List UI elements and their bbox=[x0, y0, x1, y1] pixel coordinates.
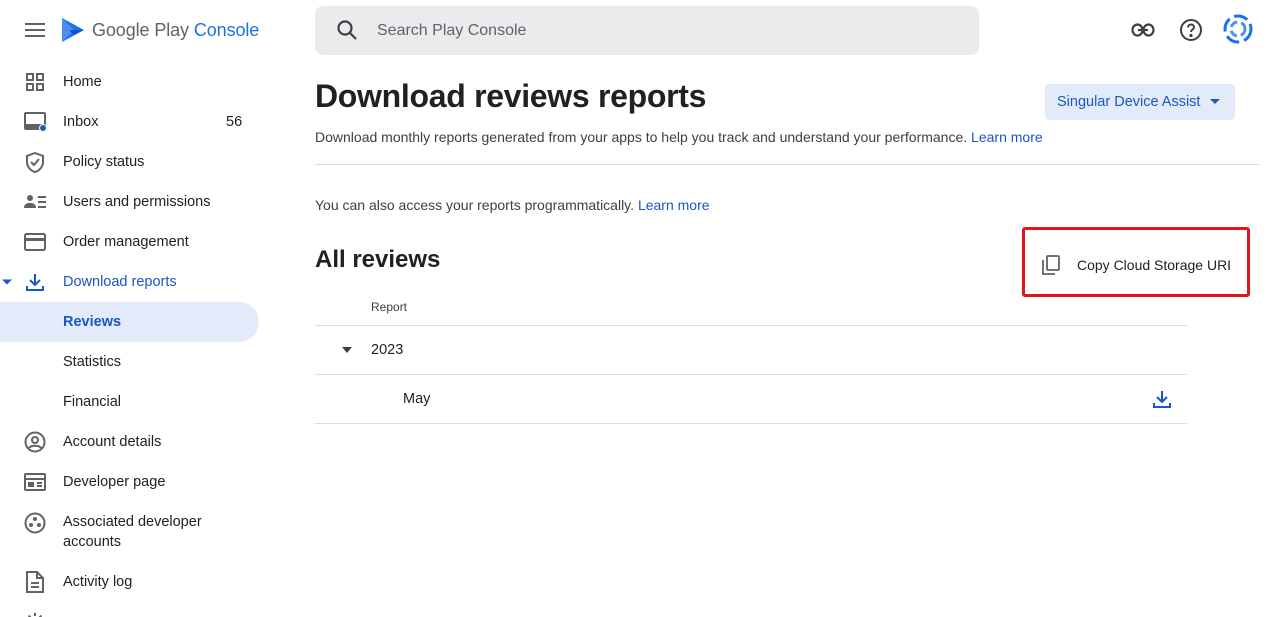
page-description: Download monthly reports generated from … bbox=[315, 129, 1043, 145]
learn-more-link[interactable]: Learn more bbox=[971, 129, 1043, 145]
sidebar-item-activity-log[interactable]: Activity log bbox=[0, 562, 270, 602]
table-row-month: May bbox=[315, 375, 1187, 424]
card-icon bbox=[24, 231, 46, 253]
sidebar-item-reviews[interactable]: Reviews bbox=[0, 302, 270, 342]
download-icon bbox=[24, 271, 46, 293]
sidebar-item-statistics[interactable]: Statistics bbox=[0, 342, 270, 382]
programmatic-access-note: You can also access your reports program… bbox=[315, 197, 710, 213]
sidebar-item-label: Order management bbox=[63, 234, 189, 250]
sidebar-item-partial[interactable] bbox=[0, 602, 270, 617]
sidebar-item-label: Associated developer accounts bbox=[63, 514, 202, 550]
sidebar: Google Play Console Home Inbox 56 Policy… bbox=[0, 0, 270, 617]
logo-text: Google Play Console bbox=[92, 19, 260, 40]
table-row-year[interactable]: 2023 bbox=[315, 326, 1187, 375]
sidebar-item-account-details[interactable]: Account details bbox=[0, 422, 270, 462]
inbox-count-badge: 56 bbox=[226, 114, 243, 130]
sidebar-item-download-reports[interactable]: Download reports bbox=[0, 262, 270, 302]
sidebar-item-label: Home bbox=[63, 74, 102, 90]
gear-icon bbox=[24, 611, 46, 617]
app-selector-dropdown[interactable]: Singular Device Assist bbox=[1045, 84, 1235, 120]
year-label: 2023 bbox=[371, 342, 404, 358]
shield-icon bbox=[24, 151, 46, 173]
sidebar-nav: Home Inbox 56 Policy status Users and pe… bbox=[0, 62, 270, 617]
search-bar[interactable] bbox=[315, 6, 979, 55]
sidebar-item-label: Reviews bbox=[63, 314, 122, 330]
app-selector-label: Singular Device Assist bbox=[1057, 94, 1201, 110]
help-icon[interactable] bbox=[1177, 16, 1205, 44]
home-icon bbox=[24, 71, 46, 93]
sidebar-item-developer-page[interactable]: Developer page bbox=[0, 462, 270, 502]
play-console-logo-icon bbox=[62, 18, 84, 42]
sidebar-item-associated-accounts[interactable]: Associated developer accounts bbox=[0, 502, 270, 562]
sidebar-item-label: Users and permissions bbox=[63, 194, 211, 210]
section-title-all-reviews: All reviews bbox=[315, 246, 441, 273]
page-title: Download reviews reports bbox=[315, 78, 707, 114]
developer-page-icon bbox=[24, 471, 46, 493]
copy-button-label: Copy Cloud Storage URI bbox=[1077, 257, 1232, 273]
sidebar-item-policy-status[interactable]: Policy status bbox=[0, 142, 270, 182]
sidebar-item-label: Developer page bbox=[63, 474, 166, 490]
account-icon bbox=[24, 431, 46, 453]
sidebar-item-label: Financial bbox=[63, 394, 122, 410]
sidebar-item-label: Download reports bbox=[63, 274, 177, 290]
menu-icon[interactable] bbox=[22, 18, 48, 42]
sidebar-item-home[interactable]: Home bbox=[0, 62, 270, 102]
month-label: May bbox=[403, 391, 431, 407]
sidebar-item-label: Inbox bbox=[63, 114, 99, 130]
sidebar-item-label: Activity log bbox=[63, 574, 133, 590]
chevron-down-icon[interactable] bbox=[2, 279, 12, 285]
sidebar-item-financial[interactable]: Financial bbox=[0, 382, 270, 422]
sidebar-item-order-management[interactable]: Order management bbox=[0, 222, 270, 262]
caret-down-icon bbox=[1210, 99, 1220, 104]
users-icon bbox=[24, 191, 46, 213]
sidebar-item-label: Statistics bbox=[63, 354, 122, 370]
sidebar-item-inbox[interactable]: Inbox 56 bbox=[0, 102, 270, 142]
download-icon[interactable] bbox=[1152, 389, 1174, 411]
play-console-logo[interactable]: Google Play Console bbox=[60, 14, 259, 46]
sidebar-item-users-permissions[interactable]: Users and permissions bbox=[0, 182, 270, 222]
activity-log-icon bbox=[24, 571, 46, 593]
account-avatar[interactable] bbox=[1222, 13, 1254, 45]
associated-accounts-icon bbox=[24, 512, 46, 534]
column-header-report: Report bbox=[371, 300, 408, 314]
sidebar-item-label: Policy status bbox=[63, 154, 145, 170]
search-icon bbox=[336, 19, 358, 41]
link-icon[interactable] bbox=[1129, 16, 1157, 44]
divider bbox=[315, 164, 1259, 165]
table-header: Report bbox=[315, 290, 1187, 326]
programmatic-note-text: You can also access your reports program… bbox=[315, 197, 635, 213]
sidebar-item-label: Account details bbox=[63, 434, 162, 450]
copy-cloud-storage-uri-button[interactable]: Copy Cloud Storage URI bbox=[1034, 243, 1244, 287]
description-text: Download monthly reports generated from … bbox=[315, 129, 968, 145]
inbox-icon bbox=[24, 111, 46, 133]
reports-table: Report 2023 May bbox=[315, 290, 1187, 424]
copy-icon bbox=[1042, 255, 1062, 275]
programmatic-learn-more-link[interactable]: Learn more bbox=[638, 197, 710, 213]
search-input[interactable] bbox=[377, 6, 957, 55]
expand-collapse-icon[interactable] bbox=[342, 347, 352, 353]
